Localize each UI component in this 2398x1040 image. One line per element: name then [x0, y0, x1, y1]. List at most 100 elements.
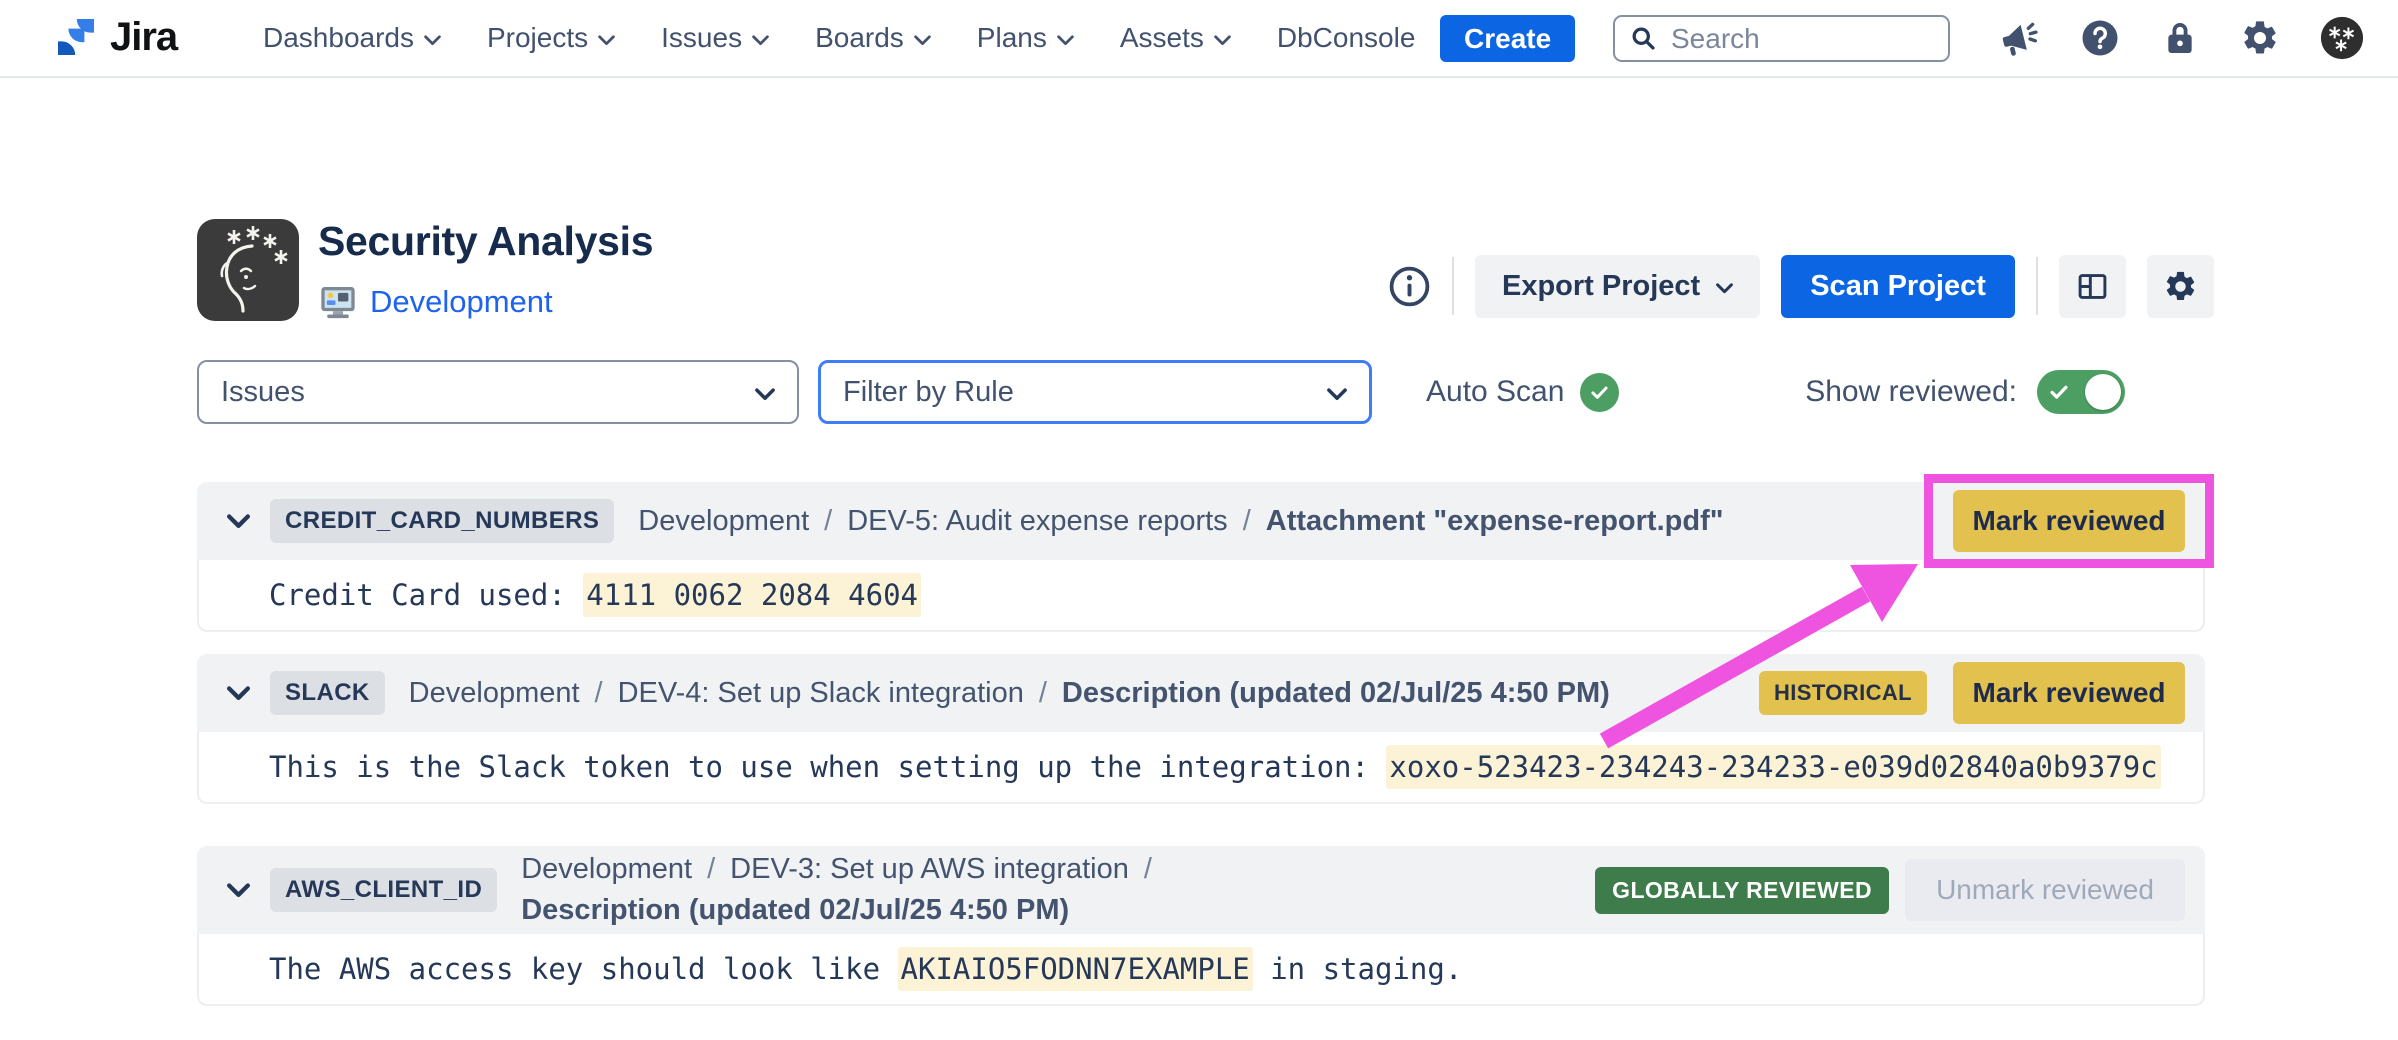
nav-item-dbconsole[interactable]: DbConsole: [1277, 22, 1416, 54]
rule-chip: AWS_CLIENT_ID: [270, 868, 497, 912]
breadcrumb-issue: DEV-3: Set up AWS integration: [730, 853, 1129, 886]
jira-logo-text: Jira: [110, 15, 177, 60]
lock-icon[interactable]: [2160, 18, 2200, 58]
historical-badge: HISTORICAL: [1759, 671, 1927, 715]
finding-header: AWS_CLIENT_ID Development / DEV-3: Set u…: [197, 846, 2205, 934]
info-icon[interactable]: [1388, 265, 1431, 308]
breadcrumb-location: Attachment "expense-report.pdf": [1266, 505, 1724, 538]
chevron-down-icon: [1214, 35, 1231, 46]
detected-secret: AKIAIO5FODNN7EXAMPLE: [898, 947, 1253, 991]
breadcrumb-separator: /: [1144, 853, 1152, 886]
show-reviewed-label: Show reviewed:: [1805, 375, 2017, 409]
mark-reviewed-button[interactable]: Mark reviewed: [1953, 662, 2185, 724]
nav-item-boards[interactable]: Boards: [815, 22, 931, 54]
finding-card-aws: AWS_CLIENT_ID Development / DEV-3: Set u…: [197, 846, 2205, 1006]
collapse-chevron-icon[interactable]: [227, 883, 250, 898]
detail-text: The AWS access key should look like: [269, 952, 898, 986]
chevron-down-icon: [755, 388, 775, 401]
layout-panel-icon[interactable]: [2059, 255, 2126, 318]
detail-text: Credit Card used:: [269, 578, 583, 612]
nav-item-label: Assets: [1120, 22, 1204, 54]
detected-secret: 4111 0062 2084 4604: [583, 573, 921, 617]
breadcrumb-project: Development: [638, 505, 809, 538]
nav-item-label: Issues: [661, 22, 742, 54]
toggle-check-icon: [2048, 381, 2070, 403]
auto-scan-status: Auto Scan: [1426, 373, 1619, 412]
project-breadcrumb: Development: [318, 282, 553, 322]
user-avatar[interactable]: [2320, 16, 2364, 60]
rule-chip: CREDIT_CARD_NUMBERS: [270, 499, 614, 543]
breadcrumb-location: Description (updated 02/Jul/25 4:50 PM): [521, 894, 1069, 927]
development-project-icon: [318, 282, 358, 322]
breadcrumb-project: Development: [409, 677, 580, 710]
detail-text: This is the Slack token to use when sett…: [269, 750, 1386, 784]
finding-card-credit-card: CREDIT_CARD_NUMBERS Development / DEV-5:…: [197, 482, 2205, 632]
breadcrumb-issue: DEV-4: Set up Slack integration: [618, 677, 1024, 710]
help-icon[interactable]: [2080, 18, 2120, 58]
jira-logo[interactable]: Jira: [52, 13, 177, 61]
nav-item-label: Projects: [487, 22, 588, 54]
nav-item-dashboards[interactable]: Dashboards: [263, 22, 441, 54]
export-project-button[interactable]: Export Project: [1475, 255, 1760, 318]
board-settings-gear-icon[interactable]: [2147, 255, 2214, 318]
issues-select-value: Issues: [221, 376, 305, 409]
detected-secret: xoxo-523423-234243-234233-e039d02840a0b9…: [1386, 745, 2160, 789]
finding-header: CREDIT_CARD_NUMBERS Development / DEV-5:…: [197, 482, 2205, 560]
finding-card-slack: SLACK Development / DEV-4: Set up Slack …: [197, 654, 2205, 804]
filter-by-rule-select[interactable]: Filter by Rule: [818, 360, 1372, 424]
finding-detail: Credit Card used: 4111 0062 2084 4604: [197, 560, 2205, 632]
create-button[interactable]: Create: [1440, 15, 1575, 62]
breadcrumb-separator: /: [1039, 677, 1047, 710]
settings-icon[interactable]: [2240, 18, 2280, 58]
show-reviewed-toggle[interactable]: [2037, 370, 2125, 414]
chevron-down-icon: [1716, 283, 1733, 294]
breadcrumb-separator: /: [1243, 505, 1251, 538]
collapse-chevron-icon[interactable]: [227, 514, 250, 529]
nav-item-projects[interactable]: Projects: [487, 22, 615, 54]
globally-reviewed-badge: GLOBALLY REVIEWED: [1595, 867, 1889, 914]
mark-reviewed-button[interactable]: Mark reviewed: [1953, 490, 2185, 552]
search-placeholder: Search: [1671, 23, 1760, 55]
chevron-down-icon: [914, 35, 931, 46]
announcement-icon[interactable]: [2000, 18, 2040, 58]
breadcrumb-issue: DEV-5: Audit expense reports: [847, 505, 1227, 538]
nav-item-label: Plans: [977, 22, 1047, 54]
breadcrumb-separator: /: [595, 677, 603, 710]
project-link[interactable]: Development: [370, 284, 553, 320]
finding-header: SLACK Development / DEV-4: Set up Slack …: [197, 654, 2205, 732]
findings-list: CREDIT_CARD_NUMBERS Development / DEV-5:…: [197, 482, 2205, 1006]
divider: [1452, 257, 1454, 315]
nav-item-label: DbConsole: [1277, 22, 1416, 54]
header-actions: Export Project Scan Project: [1388, 254, 2214, 318]
chevron-down-icon: [598, 35, 615, 46]
finding-detail: The AWS access key should look like AKIA…: [197, 934, 2205, 1006]
breadcrumb-project: Development: [521, 853, 692, 886]
nav-utility-icons: [2000, 0, 2364, 76]
search-icon: [1630, 25, 1657, 52]
detail-text: in staging.: [1253, 952, 1463, 986]
nav-item-label: Boards: [815, 22, 904, 54]
nav-item-issues[interactable]: Issues: [661, 22, 769, 54]
breadcrumb-separator: /: [824, 505, 832, 538]
collapse-chevron-icon[interactable]: [227, 686, 250, 701]
rule-chip: SLACK: [270, 671, 385, 715]
scan-project-button[interactable]: Scan Project: [1781, 255, 2015, 318]
rule-select-value: Filter by Rule: [843, 376, 1014, 409]
divider: [2036, 257, 2038, 315]
search-box[interactable]: Search: [1613, 15, 1950, 62]
chevron-down-icon: [752, 35, 769, 46]
jira-logo-icon: [52, 13, 100, 61]
primary-nav: Dashboards Projects Issues Boards Plans …: [263, 0, 1415, 76]
chevron-down-icon: [424, 35, 441, 46]
nav-item-plans[interactable]: Plans: [977, 22, 1074, 54]
nav-item-assets[interactable]: Assets: [1120, 22, 1231, 54]
issues-select[interactable]: Issues: [197, 360, 799, 424]
filter-bar: Issues Filter by Rule Auto Scan Show rev…: [197, 360, 2205, 424]
unmark-reviewed-button[interactable]: Unmark reviewed: [1905, 859, 2185, 921]
nav-item-label: Dashboards: [263, 22, 414, 54]
auto-scan-check-icon: [1580, 373, 1619, 412]
project-avatar: [197, 219, 299, 321]
breadcrumb-location: Description (updated 02/Jul/25 4:50 PM): [1062, 677, 1610, 710]
finding-detail: This is the Slack token to use when sett…: [197, 732, 2205, 804]
show-reviewed-control: Show reviewed:: [1805, 370, 2125, 414]
